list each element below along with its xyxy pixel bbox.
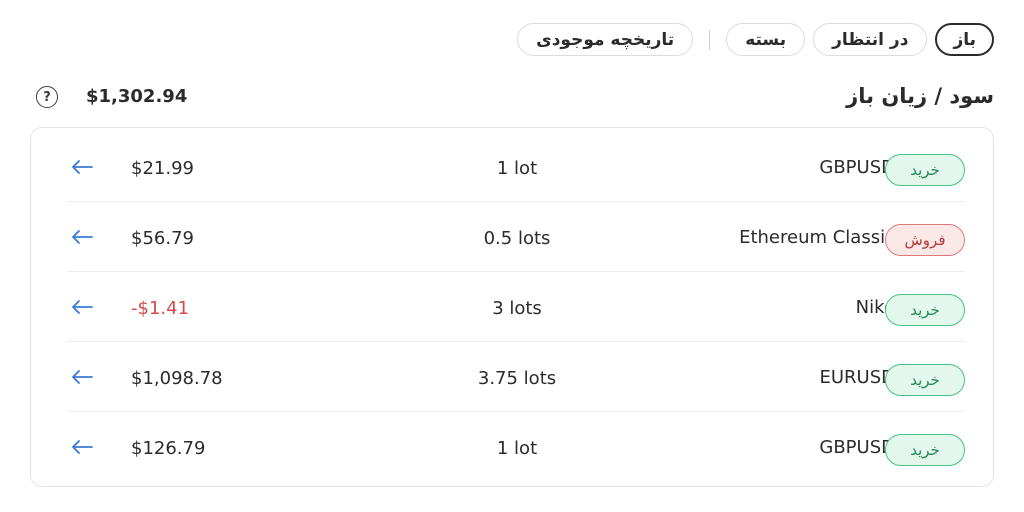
position-row[interactable]: $56.79 0.5 lots Ethereum Classic فروش bbox=[67, 203, 965, 273]
position-pnl: $21.99 bbox=[131, 158, 194, 179]
position-symbol: EURUSD bbox=[819, 367, 895, 388]
side-badge-buy: خرید bbox=[885, 154, 965, 186]
position-pnl: -$1.41 bbox=[131, 298, 190, 319]
position-lots: 1 lot bbox=[496, 438, 538, 459]
row-divider bbox=[67, 411, 965, 412]
row-divider bbox=[67, 201, 965, 202]
arrow-left-icon[interactable] bbox=[71, 439, 93, 455]
side-badge-buy: خرید bbox=[885, 434, 965, 466]
position-row[interactable]: $21.99 1 lot GBPUSD خرید bbox=[67, 133, 965, 203]
tab-closed[interactable]: بسته bbox=[726, 23, 806, 56]
position-symbol: GBPUSD bbox=[819, 157, 895, 178]
position-symbol: Ethereum Classic bbox=[739, 227, 895, 248]
positions-list: $21.99 1 lot GBPUSD خرید $56.79 0.5 lots… bbox=[30, 127, 994, 487]
position-lots: 3.75 lots bbox=[477, 368, 557, 389]
open-positions-page: باز در انتظار بسته تاریخچه موجودی سود / … bbox=[0, 0, 1024, 512]
position-row[interactable]: -$1.41 3 lots Nike خرید bbox=[67, 273, 965, 343]
position-pnl: $126.79 bbox=[131, 438, 206, 459]
tab-balance-history[interactable]: تاریخچه موجودی bbox=[517, 23, 694, 56]
arrow-left-icon[interactable] bbox=[71, 369, 93, 385]
arrow-left-icon[interactable] bbox=[71, 229, 93, 245]
open-pnl-value: $1,302.94 bbox=[86, 86, 188, 107]
arrow-left-icon[interactable] bbox=[71, 299, 93, 315]
tab-divider bbox=[709, 29, 711, 50]
row-divider bbox=[67, 271, 965, 272]
position-lots: 3 lots bbox=[492, 298, 542, 319]
position-lots: 0.5 lots bbox=[483, 228, 551, 249]
arrow-left-icon[interactable] bbox=[71, 159, 93, 175]
side-badge-buy: خرید bbox=[885, 294, 965, 326]
tab-pending[interactable]: در انتظار bbox=[813, 23, 928, 56]
side-badge-sell: فروش bbox=[885, 224, 965, 256]
question-circle-icon[interactable]: ? bbox=[36, 86, 58, 108]
position-tabs: باز در انتظار بسته تاریخچه موجودی bbox=[517, 23, 994, 56]
position-row[interactable]: $1,098.78 3.75 lots EURUSD خرید bbox=[67, 343, 965, 413]
position-pnl: $1,098.78 bbox=[131, 368, 223, 389]
position-pnl: $56.79 bbox=[131, 228, 194, 249]
open-pnl-title: سود / زیان باز bbox=[846, 84, 994, 108]
position-symbol: GBPUSD bbox=[819, 437, 895, 458]
tab-open[interactable]: باز bbox=[935, 23, 994, 56]
position-row[interactable]: $126.79 1 lot GBPUSD خرید bbox=[67, 413, 965, 483]
side-badge-buy: خرید bbox=[885, 364, 965, 396]
row-divider bbox=[67, 341, 965, 342]
position-lots: 1 lot bbox=[496, 158, 538, 179]
